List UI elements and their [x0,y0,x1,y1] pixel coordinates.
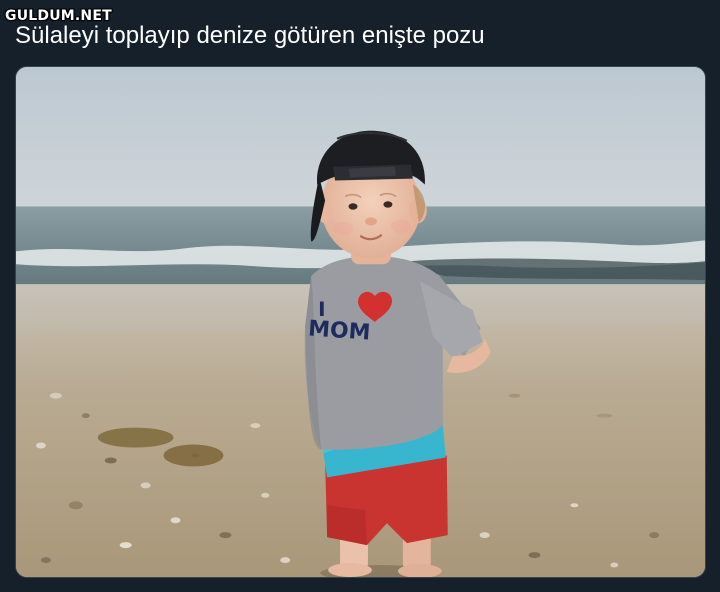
shirt-text-mom: MOM [307,316,371,345]
beach-photo-illustration: I MOM [16,67,705,577]
seaweed [163,444,224,467]
tweet-photo[interactable]: I MOM [15,66,706,578]
tweet-text: Sülaleyi toplayıp denize götüren enişte … [15,22,485,49]
seaweed [97,427,174,448]
